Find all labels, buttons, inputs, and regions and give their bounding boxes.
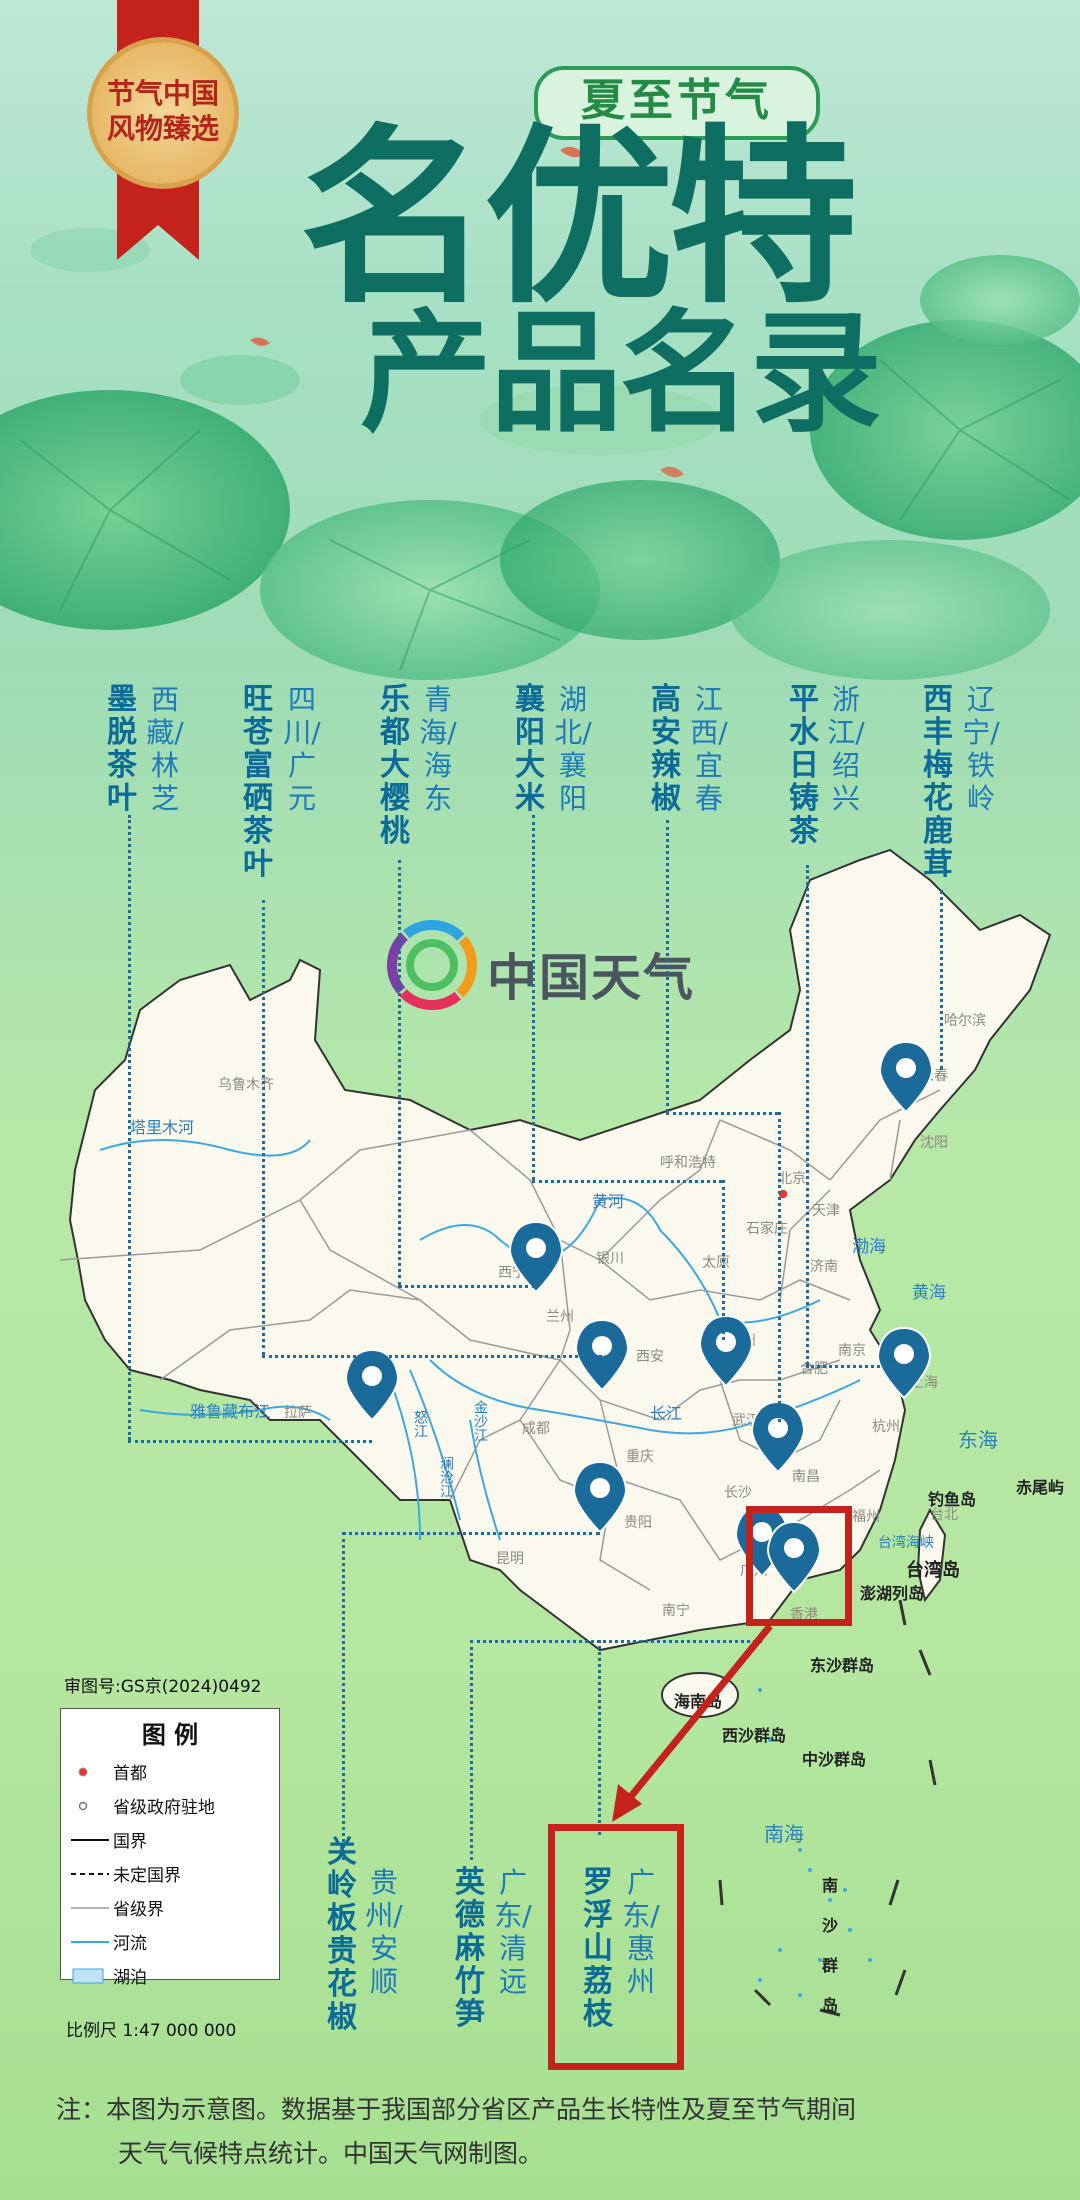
legend-capital: 首都 — [69, 1759, 147, 1784]
legend-national-border: 国界 — [69, 1827, 147, 1852]
undetermined-border-icon — [69, 1866, 113, 1886]
legend-provincial-seat: 省级政府驻地 — [69, 1793, 215, 1818]
river-icon — [69, 1934, 113, 1954]
legend-lake: 湖泊 — [69, 1963, 147, 1989]
poster: { "badge": {"text": "节气中国风物臻选"}, "header… — [0, 0, 1080, 2200]
provincial-border-icon — [69, 1900, 113, 1920]
legend-scale: 比例尺 1:47 000 000 — [66, 2021, 237, 2041]
national-border-icon — [69, 1832, 113, 1852]
legend-title: 图 例 — [141, 1721, 199, 1749]
footer-note-line2: 天气气候特点统计。中国天气网制图。 — [118, 2139, 544, 2168]
footer-note-line1: 注：本图为示意图。数据基于我国部分省区产品生长特性及夏至节气期间 — [56, 2095, 857, 2124]
legend-undetermined-border: 未定国界 — [69, 1861, 181, 1886]
capital-icon — [69, 1764, 113, 1784]
legend-provincial-border: 省级界 — [69, 1895, 164, 1920]
lake-icon — [69, 1968, 113, 1989]
approval-number: 审图号:GS京(2024)0492 — [64, 1677, 262, 1697]
legend: 图 例 首都 省级政府驻地 国界 未定国界 省级界 河流 湖泊 — [60, 1708, 280, 1988]
provincial-seat-icon — [69, 1798, 113, 1818]
legend-river: 河流 — [69, 1929, 147, 1954]
